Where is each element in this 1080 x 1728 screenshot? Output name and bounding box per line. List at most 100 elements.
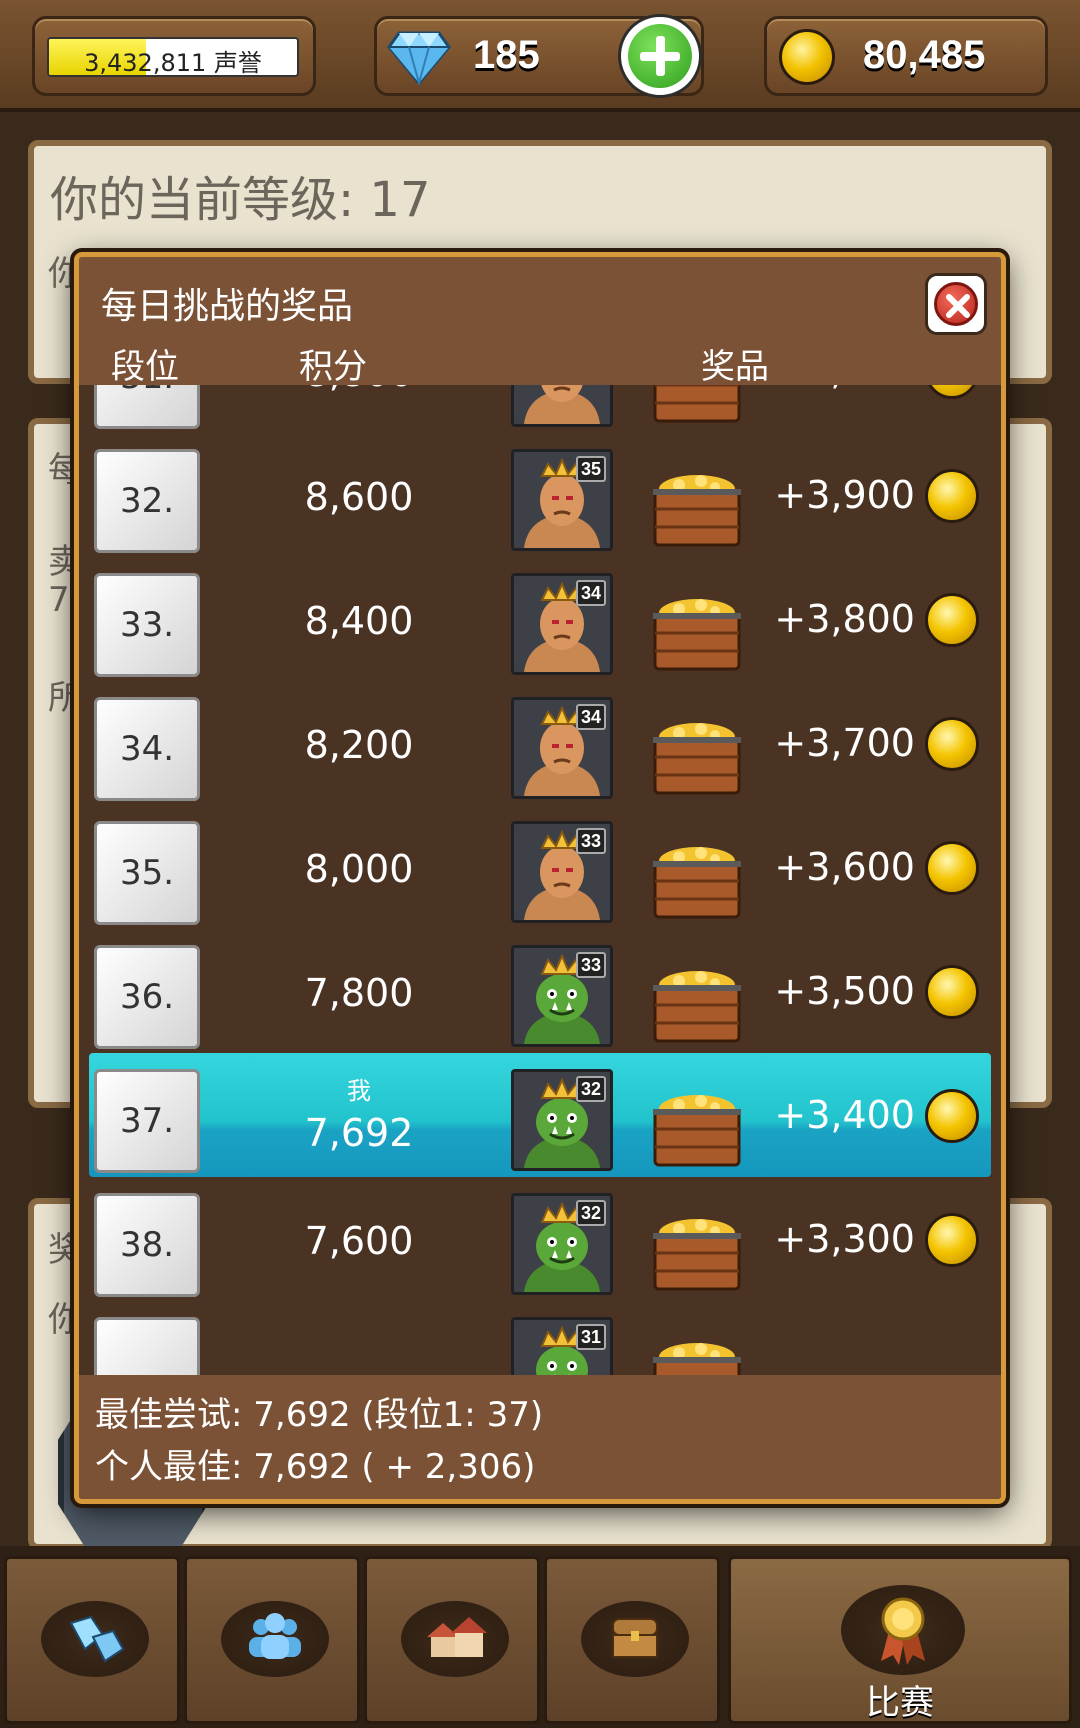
rank-tile (94, 1317, 200, 1375)
dialog-header: 每日挑战的奖品 段位 积分 奖品 (79, 257, 1001, 387)
gold-coin-icon (925, 385, 979, 399)
score-value: 7,800 (304, 971, 414, 1015)
gold-coin-icon (779, 29, 835, 85)
human-king-portrait: 34 (511, 573, 613, 675)
prize-amount: +3,900 (774, 473, 915, 517)
prize-row: 33. 8,400 34 +3,800 (79, 557, 1001, 681)
gold-coin-icon (925, 965, 979, 1019)
prize-row: 34. 8,200 34 +3,700 (79, 681, 1001, 805)
treasure-chest-icon (649, 1207, 745, 1295)
chest-icon (612, 1618, 658, 1658)
top-bar: 3,432,811 声誉 185 80,485 (0, 0, 1080, 112)
rank-tile: 32. (94, 449, 200, 553)
nav-tournament-label: 比赛 (866, 1683, 934, 1723)
gold-coin-icon (925, 593, 979, 647)
prize-amount: +3,700 (774, 721, 915, 765)
level-badge: 32 (576, 1076, 606, 1102)
personal-best-text: 个人最佳: 7,692 ( + 2,306) (95, 1447, 536, 1487)
orc-king-portrait: 31 (511, 1317, 613, 1375)
prize-row: 35. 8,000 33 +3,600 (79, 805, 1001, 929)
me-label: 我 (347, 1077, 371, 1105)
prize-rows: 31. 8,800 +4,000 32. 8,600 35 +3,900 33. 8,400 34… (79, 385, 1001, 1375)
people-icon (249, 1613, 301, 1659)
level-badge: 31 (576, 1324, 606, 1350)
treasure-chest-icon (649, 835, 745, 923)
buy-gems-button[interactable] (618, 14, 702, 98)
village-icon (427, 1617, 487, 1657)
prize-row: 31 (79, 1301, 1001, 1375)
best-attempt-text: 最佳尝试: 7,692 (段位1: 37) (95, 1395, 544, 1435)
rank-tile: 34. (94, 697, 200, 801)
reputation-progress-bar: 3,432,811 声誉 (47, 37, 299, 77)
prize-amount: +3,600 (774, 845, 915, 889)
prize-amount: +3,500 (774, 969, 915, 1013)
score-value: 8,000 (304, 847, 414, 891)
prize-amount: +3,400 (774, 1093, 915, 1137)
reputation-text: 3,432,811 声誉 (84, 49, 262, 77)
medal-icon (881, 1597, 925, 1665)
orc-king-portrait: 32 (511, 1193, 613, 1295)
rank-tile: 35. (94, 821, 200, 925)
prize-row-current-player: 37. 我 7,692 32 +3,400 (89, 1053, 991, 1177)
human-king-portrait: 35 (511, 449, 613, 551)
nav-village-button[interactable] (364, 1556, 540, 1724)
prize-amount: +3,800 (774, 597, 915, 641)
treasure-chest-icon (649, 1331, 745, 1375)
level-badge: 34 (576, 704, 606, 730)
bottom-nav: 比赛 (0, 1546, 1080, 1728)
gold-coin-icon (925, 469, 979, 523)
prize-amount: +4,000 (774, 385, 915, 393)
level-badge: 32 (576, 1200, 606, 1226)
nav-gems-button[interactable] (4, 1556, 180, 1724)
prize-list[interactable]: 31. 8,800 +4,000 32. 8,600 35 +3,900 33. 8,400 34… (79, 385, 1001, 1375)
score-value: 7,692 (304, 1111, 414, 1155)
daily-challenge-prizes-dialog: 每日挑战的奖品 段位 积分 奖品 31. 8,800 +4,000 32. 8,600 3… (74, 252, 1006, 1504)
score-value: 8,400 (304, 599, 414, 643)
dialog-footer: 最佳尝试: 7,692 (段位1: 37) 个人最佳: 7,692 ( + 2,… (79, 1375, 1001, 1499)
prize-amount: +3,300 (774, 1217, 915, 1261)
close-icon (934, 282, 978, 326)
rank-tile: 38. (94, 1193, 200, 1297)
diamond-icon (387, 31, 451, 85)
score-value: 8,200 (304, 723, 414, 767)
column-header-prize: 奖品 (701, 347, 769, 387)
reputation-panel: 3,432,811 声誉 (32, 16, 316, 96)
rank-tile: 31. (94, 385, 200, 429)
gold-coin-icon (925, 1089, 979, 1143)
gold-panel: 80,485 (764, 16, 1048, 96)
nav-tournament-button[interactable]: 比赛 (728, 1556, 1072, 1724)
level-badge: 33 (576, 828, 606, 854)
gold-coin-icon (925, 841, 979, 895)
nav-chest-button[interactable] (544, 1556, 720, 1724)
level-title: 你的当前等级: 17 (50, 172, 431, 228)
prize-row: 36. 7,800 33 +3,500 (79, 929, 1001, 1053)
treasure-chest-icon (649, 463, 745, 551)
treasure-chest-icon (649, 1083, 745, 1171)
close-button[interactable] (925, 273, 987, 335)
treasure-chest-icon (649, 711, 745, 799)
level-badge: 35 (576, 456, 606, 482)
human-king-portrait (511, 385, 613, 427)
treasure-chest-icon (649, 587, 745, 675)
level-badge: 34 (576, 580, 606, 606)
human-king-portrait: 33 (511, 821, 613, 923)
rank-tile: 36. (94, 945, 200, 1049)
score-value: 8,600 (304, 475, 414, 519)
score-value: 7,600 (304, 1219, 414, 1263)
column-header-score: 积分 (299, 347, 367, 387)
rank-tile: 37. (94, 1069, 200, 1173)
prize-row: 31. 8,800 +4,000 (79, 385, 1001, 433)
gem-count: 185 (473, 33, 540, 77)
orc-king-portrait: 32 (511, 1069, 613, 1171)
gold-count: 80,485 (863, 33, 986, 77)
plus-icon (628, 24, 692, 88)
treasure-chest-icon (649, 959, 745, 1047)
gem-icon (69, 1615, 125, 1663)
score-value: 8,800 (229, 385, 489, 395)
human-king-portrait: 34 (511, 697, 613, 799)
gold-coin-icon (925, 717, 979, 771)
treasure-chest-icon (649, 385, 745, 427)
orc-king-portrait: 33 (511, 945, 613, 1047)
nav-friends-button[interactable] (184, 1556, 360, 1724)
gold-coin-icon (925, 1213, 979, 1267)
